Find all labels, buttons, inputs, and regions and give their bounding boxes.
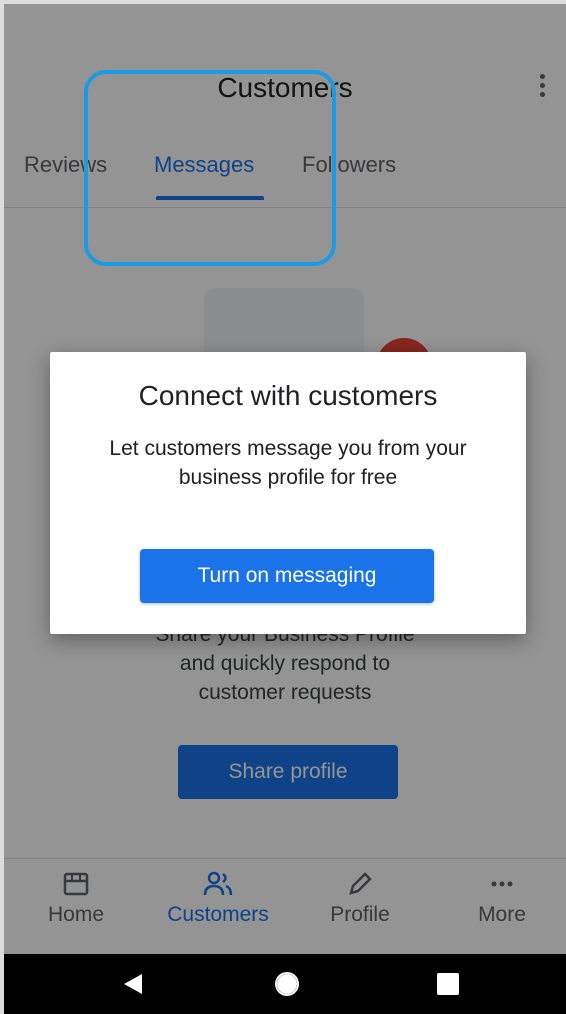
dialog-title: Connect with customers (138, 380, 438, 411)
system-nav-bar (4, 954, 566, 1014)
screen: 3:23 56% Customers Reviews Messages Foll… (4, 4, 566, 1014)
recents-icon[interactable] (436, 972, 460, 996)
turn-on-messaging-button[interactable]: Turn on messaging (140, 549, 434, 603)
highlight-box (84, 70, 336, 266)
connect-dialog: Connect with customers Let customers mes… (50, 352, 526, 634)
dialog-message: Let customers message you from your busi… (109, 437, 467, 489)
home-button-icon[interactable] (273, 970, 301, 998)
back-icon[interactable] (122, 972, 144, 996)
